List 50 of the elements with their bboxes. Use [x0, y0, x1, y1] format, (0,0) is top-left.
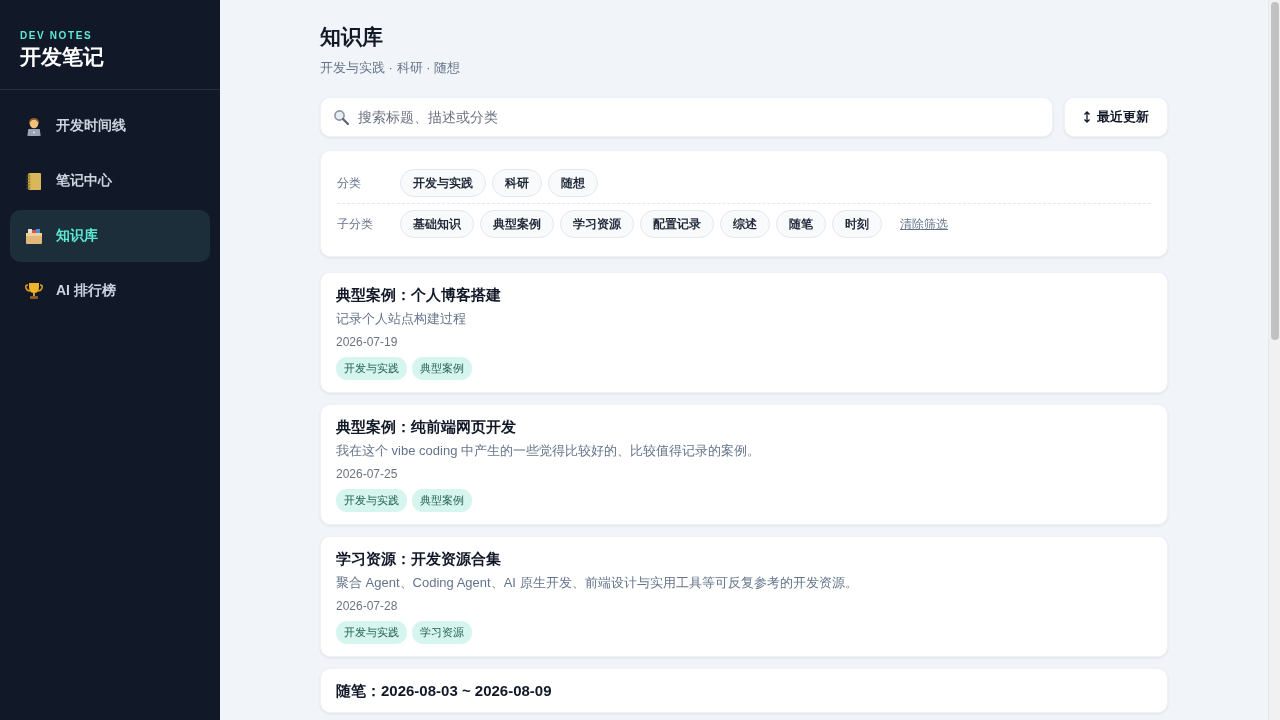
filter-chip[interactable]: 综述 — [720, 210, 770, 238]
note-description: 记录个人站点构建过程 — [336, 310, 466, 328]
category-tag: 开发与实践 — [336, 357, 407, 380]
page-subtitle: 开发与实践 · 科研 · 随想 — [320, 59, 461, 77]
scrollbar-thumb[interactable] — [1270, 2, 1279, 340]
note-card[interactable]: 典型案例：纯前端网页开发 我在这个 vibe coding 中产生的一些觉得比较好的、比较值得记录的案例。 2026-07-25 开发与实践 典型案例 — [320, 404, 1168, 525]
category-tag: 开发与实践 — [336, 621, 407, 644]
note-title: 典型案例：纯前端网页开发 — [336, 418, 516, 436]
note-card[interactable]: 随笔：2026-08-03 ~ 2026-08-09 — [320, 668, 1168, 713]
brand-caption: DEV NOTES — [20, 30, 93, 41]
search-icon — [333, 109, 349, 125]
nav-item[interactable]: 笔记中心 — [10, 155, 210, 207]
category-tag: 开发与实践 — [336, 489, 407, 512]
note-card[interactable]: 学习资源：开发资源合集 聚合 Agent、Coding Agent、AI 原生开发、前端设计与实用工具等可反复参考的开发资源。 2026-07-28 开发与实践 学习资源 — [320, 536, 1168, 657]
nav-item[interactable]: AI 排行榜 — [10, 265, 210, 317]
note-date: 2026-07-25 — [336, 467, 398, 481]
note-date: 2026-07-19 — [336, 335, 398, 349]
note-card[interactable]: 典型案例：个人博客搭建 记录个人站点构建过程 2026-07-19 开发与实践 典型案例 — [320, 272, 1168, 393]
note-title: 典型案例：个人博客搭建 — [336, 286, 501, 304]
note-description: 聚合 Agent、Coding Agent、AI 原生开发、前端设计与实用工具等可反复参考的开发资源。 — [336, 574, 858, 592]
category-tag: 典型案例 — [412, 357, 472, 380]
nav-item[interactable]: 开发时间线 — [10, 100, 210, 152]
sort-button[interactable]: 最近更新 — [1064, 97, 1168, 137]
filter-chip[interactable]: 随笔 — [776, 210, 826, 238]
page-title: 知识库 — [320, 24, 383, 50]
search-field[interactable]: 搜索标题、描述或分类 — [320, 97, 1053, 137]
filter-chip[interactable]: 开发与实践 — [400, 169, 486, 197]
filter-chip[interactable]: 科研 — [492, 169, 542, 197]
trophy-icon — [24, 281, 44, 301]
brand-title: 开发笔记 — [20, 44, 104, 70]
note-date: 2026-07-28 — [336, 599, 398, 613]
nav-item[interactable]: 知识库 — [10, 210, 210, 262]
clear-filter-link[interactable]: 清除筛选 — [900, 215, 948, 233]
filter-chip[interactable]: 配置记录 — [640, 210, 714, 238]
category-tag: 典型案例 — [412, 489, 472, 512]
filter-label: 子分类 — [337, 215, 374, 233]
filter-chip[interactable]: 典型案例 — [480, 210, 554, 238]
notebook-icon — [24, 171, 44, 191]
person-laptop-icon — [24, 116, 44, 136]
note-title: 学习资源：开发资源合集 — [336, 550, 501, 568]
file-box-icon — [24, 226, 44, 246]
note-description: 我在这个 vibe coding 中产生的一些觉得比较好的、比较值得记录的案例。 — [336, 442, 760, 460]
filter-label: 分类 — [337, 174, 362, 192]
filter-chip[interactable]: 基础知识 — [400, 210, 474, 238]
filter-chip[interactable]: 时刻 — [832, 210, 882, 238]
filter-chip[interactable]: 学习资源 — [560, 210, 634, 238]
category-tag: 学习资源 — [412, 621, 472, 644]
filter-chip[interactable]: 随想 — [548, 169, 598, 197]
note-title: 随笔：2026-08-03 ~ 2026-08-09 — [336, 682, 552, 700]
sort-icon — [1083, 111, 1091, 123]
